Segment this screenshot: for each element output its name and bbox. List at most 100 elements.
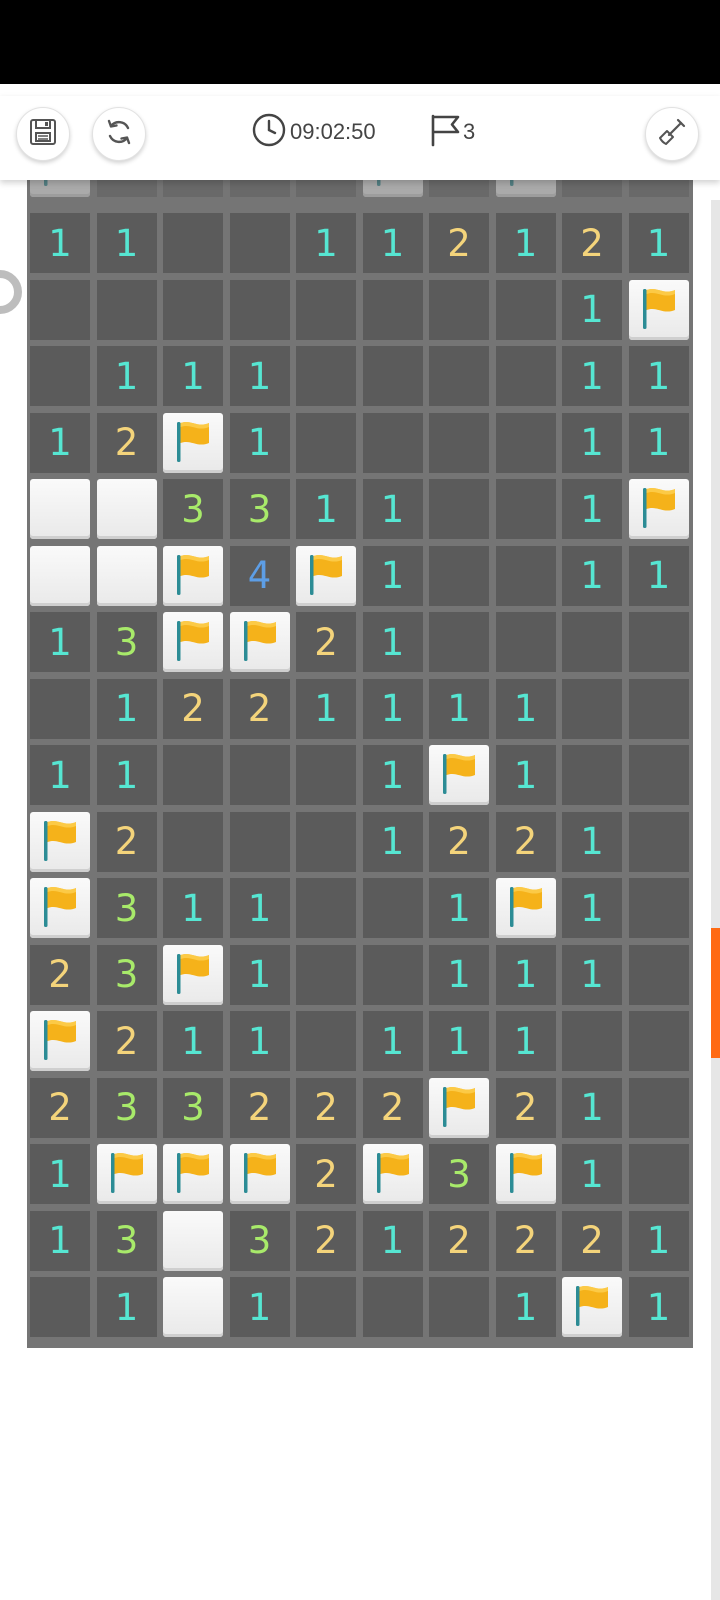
revealed-empty-cell[interactable] [30,678,90,739]
number-cell[interactable]: 2 [562,1210,622,1271]
number-cell[interactable]: 1 [163,346,223,406]
flagged-cell[interactable] [495,1144,556,1204]
flagged-cell[interactable] [429,1077,489,1138]
revealed-empty-cell[interactable] [163,811,223,872]
flagged-cell[interactable] [495,180,556,197]
revealed-empty-cell[interactable] [96,279,157,340]
number-cell[interactable]: 2 [30,944,90,1005]
number-cell[interactable]: 1 [96,678,157,739]
revealed-empty-cell[interactable] [163,745,223,805]
number-cell[interactable]: 1 [495,745,556,805]
revealed-empty-cell[interactable] [429,412,489,473]
unrevealed-cell[interactable] [163,1277,223,1337]
number-cell[interactable]: 1 [628,545,689,606]
number-cell[interactable]: 1 [229,1011,290,1071]
revealed-empty-cell[interactable] [296,878,356,938]
revealed-empty-cell[interactable] [30,346,90,406]
number-cell[interactable]: 1 [362,213,423,273]
restart-button[interactable] [92,107,146,161]
revealed-empty-cell[interactable] [495,545,556,606]
revealed-empty-cell[interactable] [628,1144,689,1204]
flagged-cell[interactable] [163,412,223,473]
number-cell[interactable]: 2 [163,678,223,739]
flagged-cell[interactable] [362,1144,423,1204]
revealed-empty-cell[interactable] [362,412,423,473]
unrevealed-cell[interactable] [96,545,157,606]
revealed-empty-cell[interactable] [562,745,622,805]
number-cell[interactable]: 2 [229,678,290,739]
revealed-empty-cell[interactable] [30,279,90,340]
number-cell[interactable]: 1 [296,213,356,273]
number-cell[interactable]: 1 [628,346,689,406]
number-cell[interactable]: 1 [562,878,622,938]
number-cell[interactable]: 1 [495,678,556,739]
number-cell[interactable]: 2 [362,1077,423,1138]
revealed-empty-cell[interactable] [296,412,356,473]
number-cell[interactable]: 1 [628,412,689,473]
flagged-cell[interactable] [429,745,489,805]
flagged-cell[interactable] [30,1011,90,1071]
revealed-empty-cell[interactable] [296,1277,356,1337]
number-cell[interactable]: 1 [30,213,90,273]
number-cell[interactable]: 3 [229,479,290,539]
number-cell[interactable]: 2 [296,612,356,672]
dig-mode-button[interactable] [645,107,699,161]
flagged-cell[interactable] [163,545,223,606]
revealed-empty-cell[interactable] [495,412,556,473]
number-cell[interactable]: 2 [96,180,157,197]
revealed-empty-cell[interactable] [495,479,556,539]
revealed-empty-cell[interactable] [229,811,290,872]
number-cell[interactable]: 1 [562,346,622,406]
revealed-empty-cell[interactable] [296,279,356,340]
number-cell[interactable]: 2 [296,1077,356,1138]
flagged-cell[interactable] [362,180,423,197]
number-cell[interactable]: 2 [495,1210,556,1271]
number-cell[interactable]: 1 [362,1210,423,1271]
flagged-cell[interactable] [163,944,223,1005]
number-cell[interactable]: 1 [495,213,556,273]
number-cell[interactable]: 1 [628,1210,689,1271]
revealed-empty-cell[interactable] [163,213,223,273]
revealed-empty-cell[interactable] [30,1277,90,1337]
number-cell[interactable]: 2 [96,811,157,872]
revealed-empty-cell[interactable] [362,279,423,340]
revealed-empty-cell[interactable] [296,346,356,406]
number-cell[interactable]: 3 [96,944,157,1005]
flagged-cell[interactable] [163,1144,223,1204]
number-cell[interactable]: 1 [562,180,622,197]
number-cell[interactable]: 1 [30,612,90,672]
number-cell[interactable]: 1 [163,878,223,938]
revealed-empty-cell[interactable] [495,346,556,406]
flagged-cell[interactable] [229,1144,290,1204]
number-cell[interactable]: 1 [562,944,622,1005]
number-cell[interactable]: 2 [296,1210,356,1271]
number-cell[interactable]: 1 [96,213,157,273]
flagged-cell[interactable] [96,1144,157,1204]
revealed-empty-cell[interactable] [628,678,689,739]
number-cell[interactable]: 1 [562,479,622,539]
number-cell[interactable]: 3 [163,1077,223,1138]
revealed-empty-cell[interactable] [296,944,356,1005]
number-cell[interactable]: 1 [362,545,423,606]
number-cell[interactable]: 1 [30,745,90,805]
number-cell[interactable]: 1 [96,1277,157,1337]
number-cell[interactable]: 2 [296,1144,356,1204]
flagged-cell[interactable] [628,479,689,539]
number-cell[interactable]: 2 [495,811,556,872]
number-cell[interactable]: 1 [429,678,489,739]
revealed-empty-cell[interactable] [362,878,423,938]
revealed-empty-cell[interactable] [495,279,556,340]
flagged-cell[interactable] [628,279,689,340]
unrevealed-cell[interactable] [30,545,90,606]
number-cell[interactable]: 1 [30,412,90,473]
revealed-empty-cell[interactable] [163,279,223,340]
revealed-empty-cell[interactable] [628,811,689,872]
number-cell[interactable]: 1 [163,1011,223,1071]
revealed-empty-cell[interactable] [429,612,489,672]
flagged-cell[interactable] [296,545,356,606]
save-button[interactable] [16,107,70,161]
number-cell[interactable]: 1 [229,1277,290,1337]
number-cell[interactable]: 1 [495,1277,556,1337]
number-cell[interactable]: 1 [562,1077,622,1138]
number-cell[interactable]: 2 [429,213,489,273]
